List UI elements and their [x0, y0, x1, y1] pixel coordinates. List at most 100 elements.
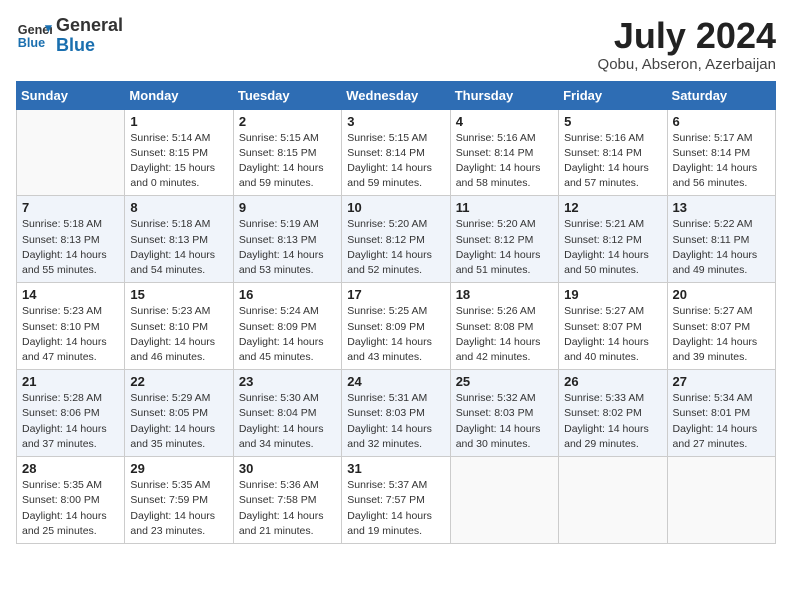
calendar-week-5: 28 Sunrise: 5:35 AM Sunset: 8:00 PM Dayli… [17, 457, 776, 544]
day-info: Sunrise: 5:15 AM Sunset: 8:15 PM Dayligh… [239, 131, 336, 192]
day-number: 13 [673, 200, 770, 215]
calendar-cell: 6 Sunrise: 5:17 AM Sunset: 8:14 PM Daylig… [667, 109, 775, 196]
day-number: 11 [456, 200, 553, 215]
logo: General Blue General Blue [16, 16, 123, 56]
calendar-week-4: 21 Sunrise: 5:28 AM Sunset: 8:06 PM Dayli… [17, 370, 776, 457]
calendar-cell [559, 457, 667, 544]
day-info: Sunrise: 5:24 AM Sunset: 8:09 PM Dayligh… [239, 304, 336, 365]
day-info: Sunrise: 5:18 AM Sunset: 8:13 PM Dayligh… [130, 217, 227, 278]
day-info: Sunrise: 5:31 AM Sunset: 8:03 PM Dayligh… [347, 391, 444, 452]
day-info: Sunrise: 5:15 AM Sunset: 8:14 PM Dayligh… [347, 131, 444, 192]
calendar-body: 1 Sunrise: 5:14 AM Sunset: 8:15 PM Daylig… [17, 109, 776, 543]
calendar-cell: 5 Sunrise: 5:16 AM Sunset: 8:14 PM Daylig… [559, 109, 667, 196]
calendar-cell: 31 Sunrise: 5:37 AM Sunset: 7:57 PM Dayli… [342, 457, 450, 544]
calendar-cell: 12 Sunrise: 5:21 AM Sunset: 8:12 PM Dayli… [559, 196, 667, 283]
calendar-cell: 9 Sunrise: 5:19 AM Sunset: 8:13 PM Daylig… [233, 196, 341, 283]
calendar-cell: 17 Sunrise: 5:25 AM Sunset: 8:09 PM Dayli… [342, 283, 450, 370]
calendar-cell: 19 Sunrise: 5:27 AM Sunset: 8:07 PM Dayli… [559, 283, 667, 370]
day-number: 25 [456, 374, 553, 389]
calendar-cell: 13 Sunrise: 5:22 AM Sunset: 8:11 PM Dayli… [667, 196, 775, 283]
day-info: Sunrise: 5:22 AM Sunset: 8:11 PM Dayligh… [673, 217, 770, 278]
day-number: 17 [347, 287, 444, 302]
day-number: 8 [130, 200, 227, 215]
day-number: 10 [347, 200, 444, 215]
day-info: Sunrise: 5:18 AM Sunset: 8:13 PM Dayligh… [22, 217, 119, 278]
weekday-header-friday: Friday [559, 81, 667, 109]
day-number: 28 [22, 461, 119, 476]
day-number: 23 [239, 374, 336, 389]
calendar-cell: 3 Sunrise: 5:15 AM Sunset: 8:14 PM Daylig… [342, 109, 450, 196]
day-number: 22 [130, 374, 227, 389]
day-info: Sunrise: 5:30 AM Sunset: 8:04 PM Dayligh… [239, 391, 336, 452]
day-number: 2 [239, 114, 336, 129]
day-info: Sunrise: 5:19 AM Sunset: 8:13 PM Dayligh… [239, 217, 336, 278]
calendar-cell: 23 Sunrise: 5:30 AM Sunset: 8:04 PM Dayli… [233, 370, 341, 457]
calendar-table: SundayMondayTuesdayWednesdayThursdayFrid… [16, 81, 776, 544]
weekday-header-thursday: Thursday [450, 81, 558, 109]
logo-icon: General Blue [16, 18, 52, 54]
day-info: Sunrise: 5:35 AM Sunset: 7:59 PM Dayligh… [130, 478, 227, 539]
day-number: 19 [564, 287, 661, 302]
day-info: Sunrise: 5:14 AM Sunset: 8:15 PM Dayligh… [130, 131, 227, 192]
day-number: 21 [22, 374, 119, 389]
weekday-header-monday: Monday [125, 81, 233, 109]
day-info: Sunrise: 5:27 AM Sunset: 8:07 PM Dayligh… [673, 304, 770, 365]
weekday-header-tuesday: Tuesday [233, 81, 341, 109]
calendar-cell: 2 Sunrise: 5:15 AM Sunset: 8:15 PM Daylig… [233, 109, 341, 196]
calendar-cell: 21 Sunrise: 5:28 AM Sunset: 8:06 PM Dayli… [17, 370, 125, 457]
weekday-header-wednesday: Wednesday [342, 81, 450, 109]
day-info: Sunrise: 5:29 AM Sunset: 8:05 PM Dayligh… [130, 391, 227, 452]
day-info: Sunrise: 5:20 AM Sunset: 8:12 PM Dayligh… [456, 217, 553, 278]
day-info: Sunrise: 5:20 AM Sunset: 8:12 PM Dayligh… [347, 217, 444, 278]
day-number: 31 [347, 461, 444, 476]
day-number: 7 [22, 200, 119, 215]
calendar-cell: 8 Sunrise: 5:18 AM Sunset: 8:13 PM Daylig… [125, 196, 233, 283]
calendar-cell: 15Sunrise: 5:23 AM Sunset: 8:10 PM Dayli… [125, 283, 233, 370]
day-info: Sunrise: 5:27 AM Sunset: 8:07 PM Dayligh… [564, 304, 661, 365]
calendar-cell: 4Sunrise: 5:16 AM Sunset: 8:14 PM Daylig… [450, 109, 558, 196]
day-info: Sunrise: 5:35 AM Sunset: 8:00 PM Dayligh… [22, 478, 119, 539]
day-info: Sunrise: 5:37 AM Sunset: 7:57 PM Dayligh… [347, 478, 444, 539]
svg-text:Blue: Blue [18, 36, 45, 50]
calendar-cell: 29 Sunrise: 5:35 AM Sunset: 7:59 PM Dayli… [125, 457, 233, 544]
calendar-week-3: 14Sunrise: 5:23 AM Sunset: 8:10 PM Dayli… [17, 283, 776, 370]
day-info: Sunrise: 5:16 AM Sunset: 8:14 PM Dayligh… [564, 131, 661, 192]
day-number: 27 [673, 374, 770, 389]
day-number: 9 [239, 200, 336, 215]
calendar-cell: 20 Sunrise: 5:27 AM Sunset: 8:07 PM Dayli… [667, 283, 775, 370]
calendar-cell [667, 457, 775, 544]
day-info: Sunrise: 5:34 AM Sunset: 8:01 PM Dayligh… [673, 391, 770, 452]
month-year-title: July 2024 [598, 16, 776, 56]
day-number: 15 [130, 287, 227, 302]
calendar-cell: 22 Sunrise: 5:29 AM Sunset: 8:05 PM Dayli… [125, 370, 233, 457]
day-info: Sunrise: 5:32 AM Sunset: 8:03 PM Dayligh… [456, 391, 553, 452]
calendar-cell [17, 109, 125, 196]
day-number: 3 [347, 114, 444, 129]
day-info: Sunrise: 5:28 AM Sunset: 8:06 PM Dayligh… [22, 391, 119, 452]
title-block: July 2024 Qobu, Abseron, Azerbaijan [598, 16, 776, 73]
day-info: Sunrise: 5:17 AM Sunset: 8:14 PM Dayligh… [673, 131, 770, 192]
day-info: Sunrise: 5:36 AM Sunset: 7:58 PM Dayligh… [239, 478, 336, 539]
calendar-cell: 26 Sunrise: 5:33 AM Sunset: 8:02 PM Dayli… [559, 370, 667, 457]
day-number: 20 [673, 287, 770, 302]
day-number: 6 [673, 114, 770, 129]
page-header: General Blue General Blue July 2024 Qobu… [16, 16, 776, 73]
calendar-cell: 7 Sunrise: 5:18 AM Sunset: 8:13 PM Daylig… [17, 196, 125, 283]
day-number: 29 [130, 461, 227, 476]
calendar-week-1: 1 Sunrise: 5:14 AM Sunset: 8:15 PM Daylig… [17, 109, 776, 196]
day-number: 5 [564, 114, 661, 129]
day-info: Sunrise: 5:23 AM Sunset: 8:10 PM Dayligh… [22, 304, 119, 365]
calendar-cell: 18Sunrise: 5:26 AM Sunset: 8:08 PM Dayli… [450, 283, 558, 370]
day-number: 1 [130, 114, 227, 129]
day-info: Sunrise: 5:33 AM Sunset: 8:02 PM Dayligh… [564, 391, 661, 452]
day-info: Sunrise: 5:25 AM Sunset: 8:09 PM Dayligh… [347, 304, 444, 365]
logo-text: General Blue [56, 16, 123, 56]
day-info: Sunrise: 5:21 AM Sunset: 8:12 PM Dayligh… [564, 217, 661, 278]
day-number: 12 [564, 200, 661, 215]
calendar-cell: 16Sunrise: 5:24 AM Sunset: 8:09 PM Dayli… [233, 283, 341, 370]
calendar-cell: 10 Sunrise: 5:20 AM Sunset: 8:12 PM Dayli… [342, 196, 450, 283]
calendar-cell: 11 Sunrise: 5:20 AM Sunset: 8:12 PM Dayli… [450, 196, 558, 283]
calendar-cell: 25 Sunrise: 5:32 AM Sunset: 8:03 PM Dayli… [450, 370, 558, 457]
day-number: 24 [347, 374, 444, 389]
day-number: 26 [564, 374, 661, 389]
